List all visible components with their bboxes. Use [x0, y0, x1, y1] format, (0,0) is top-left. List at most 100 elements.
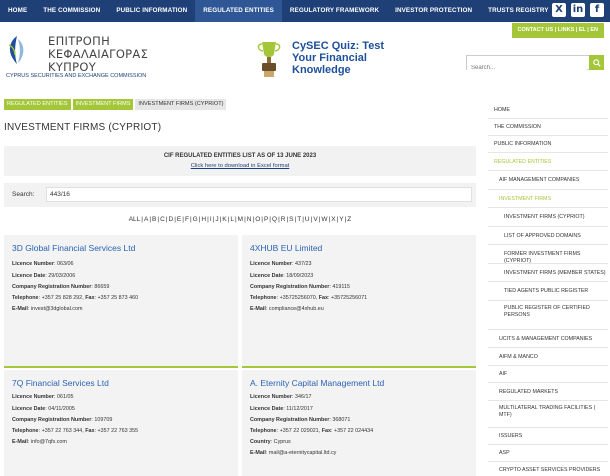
sidebar-nav: HOME THE COMMISSION PUBLIC INFORMATION REGU… — [488, 101, 608, 476]
alpha-v[interactable]: V — [312, 216, 318, 223]
nav-regulated-entities[interactable]: REGULATED ENTITIES — [195, 0, 282, 22]
sidebar-item[interactable]: REGULATED ENTITIES — [488, 153, 608, 171]
contact-links-bar[interactable]: CONTACT US | LINKS | EL | EN — [511, 23, 604, 38]
quiz-banner[interactable]: CySEC Quiz: Test Your Financial Knowledg… — [252, 38, 412, 82]
firm-name[interactable]: 3D Global Financial Services Ltd — [12, 243, 135, 253]
alpha-z[interactable]: Z — [346, 216, 352, 223]
firm-card: 4XHUB EU Limited Licence Number: 437/23 … — [242, 235, 476, 368]
logo-line-1: ΕΠΙΤΡΟΠΗ — [48, 34, 111, 48]
sidebar-item[interactable]: INVESTMENT FIRMS (CYPRIOT) — [488, 208, 608, 227]
alpha-h[interactable]: H — [200, 216, 207, 223]
firm-name[interactable]: 7Q Financial Services Ltd — [12, 378, 109, 388]
sidebar-item[interactable]: REGULATED MARKETS — [488, 383, 608, 401]
filter-row: Search: 443/16 — [4, 183, 476, 207]
quiz-line-2: Your Financial — [292, 52, 367, 64]
alpha-f[interactable]: F — [184, 216, 190, 223]
breadcrumb-regulated-entities[interactable]: REGULATED ENTITIES — [4, 99, 71, 110]
country: Cyprus — [273, 439, 291, 445]
alpha-k[interactable]: K — [221, 216, 227, 223]
alpha-l[interactable]: L — [229, 216, 235, 223]
nav-public-information[interactable]: PUBLIC INFORMATION — [108, 0, 195, 22]
alpha-r[interactable]: R — [280, 216, 287, 223]
alpha-i[interactable]: I — [209, 216, 213, 223]
alpha-all[interactable]: ALL — [128, 216, 142, 223]
breadcrumb-current: INVESTMENT FIRMS (CYPRIOT) — [135, 99, 227, 110]
cysec-emblem-icon — [8, 36, 24, 64]
firm-name[interactable]: 4XHUB EU Limited — [250, 243, 322, 253]
sidebar-item[interactable]: AIF MANAGEMENT COMPANIES — [488, 171, 608, 190]
alpha-y[interactable]: Y — [338, 216, 344, 223]
sidebar-item[interactable]: AIFM & MANCO — [488, 348, 608, 366]
alpha-n[interactable]: N — [246, 216, 253, 223]
email[interactable]: invest@3dglobal.com — [31, 306, 83, 312]
alpha-q[interactable]: Q — [271, 216, 278, 223]
licence-number: 437/23 — [294, 261, 312, 267]
email[interactable]: info@7qfs.com — [31, 439, 67, 445]
alpha-x[interactable]: X — [330, 216, 336, 223]
nav-home[interactable]: HOME — [0, 0, 35, 22]
sidebar-item[interactable]: MULTILATERAL TRADING FACILITIES ( MTF) — [488, 401, 608, 428]
page-title: INVESTMENT FIRMS (CYPRIOT) — [4, 122, 162, 133]
sidebar-item[interactable]: ISSUERS — [488, 428, 608, 445]
company-reg-number: 368071 — [332, 417, 351, 423]
sidebar-item-label: AIF MANAGEMENT COMPANIES — [499, 177, 580, 183]
sidebar-item[interactable]: PUBLIC INFORMATION — [488, 136, 608, 153]
logo-subtitle: CYPRUS SECURITIES AND EXCHANGE COMMISSIO… — [6, 73, 147, 79]
sidebar-item[interactable]: ASP — [488, 445, 608, 462]
sidebar-item[interactable]: HOME — [488, 101, 608, 119]
alpha-a[interactable]: A — [143, 216, 149, 223]
fax: +357 25 873 460 — [97, 295, 139, 301]
quiz-line-3: Knowledge — [292, 64, 351, 76]
alpha-b[interactable]: B — [151, 216, 157, 223]
sidebar-item[interactable]: INVESTMENT FIRMS (MEMBER STATES) — [488, 264, 608, 282]
alpha-s[interactable]: S — [288, 216, 294, 223]
licence-number: 063/06 — [56, 261, 74, 267]
sidebar-item[interactable]: THE COMMISSION — [488, 119, 608, 136]
alpha-o[interactable]: O — [254, 216, 261, 223]
sidebar-item[interactable]: INVESTMENT FIRMS — [488, 190, 608, 208]
alpha-c[interactable]: C — [159, 216, 166, 223]
sidebar-item[interactable]: PUBLIC REGISTER OF CERTIFIED PERSONS — [488, 301, 608, 330]
sidebar-item-label: INVESTMENT FIRMS — [499, 195, 551, 202]
email[interactable]: mail@a-eternitycapital.ltd.cy — [269, 450, 337, 456]
download-excel-link[interactable]: Click here to download in Excel format — [4, 163, 476, 169]
nav-regulatory-framework[interactable]: REGULATORY FRAMEWORK — [282, 0, 387, 22]
sidebar-item-label: AIFM & MANCO — [499, 353, 538, 360]
nav-the-commission[interactable]: THE COMMISSION — [35, 0, 108, 22]
telephone: +35725256070 — [279, 295, 316, 301]
alpha-u[interactable]: U — [304, 216, 311, 223]
site-search-input[interactable] — [467, 61, 587, 75]
sidebar-item[interactable]: FORMER INVESTMENT FIRMS (CYPRIOT) — [488, 245, 608, 264]
sidebar-item[interactable]: UCITS & MANAGEMENT COMPANIES — [488, 330, 608, 348]
sidebar-item[interactable]: AIF — [488, 366, 608, 383]
sidebar-item-label: AIF — [499, 371, 508, 377]
telephone: +357 22 029021 — [279, 428, 319, 434]
facebook-icon[interactable]: f — [590, 3, 604, 17]
sidebar-item[interactable]: LIST OF APPROVED DOMAINS — [488, 227, 608, 245]
company-reg-number: 86659 — [94, 284, 110, 290]
alpha-w[interactable]: W — [320, 216, 328, 223]
alpha-p[interactable]: P — [263, 216, 269, 223]
sidebar-item-label: PUBLIC INFORMATION — [494, 141, 552, 147]
sidebar-item-label: INVESTMENT FIRMS (MEMBER STATES) — [504, 269, 606, 276]
alpha-g[interactable]: G — [192, 216, 199, 223]
search-icon — [592, 58, 601, 67]
firm-name[interactable]: A. Eternity Capital Management Ltd — [250, 378, 384, 388]
licence-number: 346/17 — [294, 394, 312, 400]
alpha-d[interactable]: D — [168, 216, 175, 223]
cysec-logo[interactable]: ΕΠΙΤΡΟΠΗ ΚΕΦΑΛΑΙΑΓΟΡΑΣ ΚΥΠΡΟΥ CYPRUS SEC… — [4, 32, 154, 80]
filter-input[interactable]: 443/16 — [46, 187, 472, 202]
sidebar-item[interactable]: TIED AGENTS PUBLIC REGISTER — [488, 282, 608, 301]
breadcrumb-investment-firms[interactable]: INVESTMENT FIRMS — [72, 99, 134, 110]
alpha-e[interactable]: E — [176, 216, 182, 223]
search-button[interactable] — [589, 55, 604, 70]
alpha-j[interactable]: J — [214, 216, 219, 223]
alpha-m[interactable]: M — [237, 216, 244, 223]
nav-investor-protection[interactable]: INVESTOR PROTECTION — [387, 0, 480, 22]
alpha-t[interactable]: T — [296, 216, 302, 223]
x-icon[interactable]: X — [552, 3, 566, 17]
nav-trusts-registry[interactable]: TRUSTS REGISTRY — [480, 0, 556, 22]
linkedin-icon[interactable]: in — [571, 3, 585, 17]
email[interactable]: compliance@4xhub.eu — [269, 306, 324, 312]
sidebar-item[interactable]: CRYPTO ASSET SERVICES PROVIDERS — [488, 462, 608, 476]
